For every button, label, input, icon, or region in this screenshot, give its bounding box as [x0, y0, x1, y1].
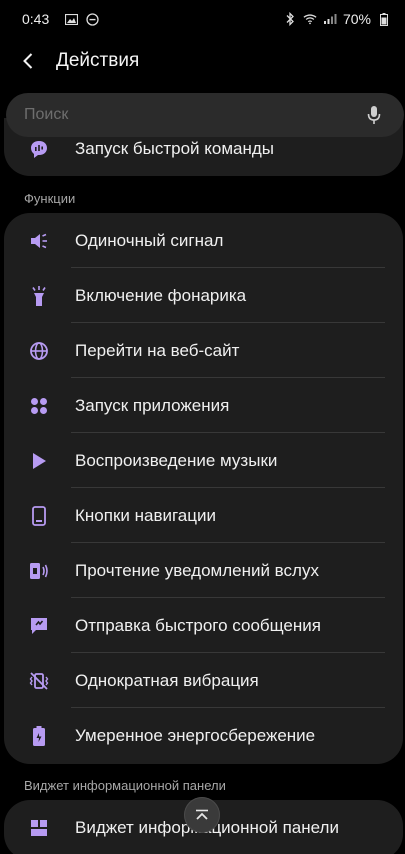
- read-aloud-icon: [28, 560, 50, 582]
- section-header-widget: Виджет информационной панели: [24, 778, 226, 793]
- list-item-label: Однократная вибрация: [75, 670, 259, 690]
- list-item-single-beep[interactable]: Одиночный сигнал: [4, 213, 403, 268]
- page-title: Действия: [56, 50, 140, 71]
- back-button[interactable]: [0, 38, 56, 84]
- phone-nav-icon: [28, 505, 50, 527]
- list-item-label: Кнопки навигации: [75, 505, 216, 525]
- quick-message-icon: [28, 615, 50, 637]
- list-item-label: Умеренное энергосбережение: [75, 725, 316, 745]
- status-bar: 0:43 70%: [0, 0, 405, 38]
- app-bar: Действия: [0, 38, 405, 84]
- flashlight-icon: [28, 285, 50, 307]
- widget-icon: [28, 817, 50, 839]
- list-item-navigation-buttons[interactable]: Кнопки навигации: [4, 488, 403, 543]
- list-item-single-vibration[interactable]: Однократная вибрация: [4, 653, 403, 708]
- apps-grid-icon: [28, 395, 50, 417]
- battery-percent: 70%: [342, 11, 371, 27]
- list-item-power-saving[interactable]: Умеренное энергосбережение: [4, 708, 403, 763]
- signal-icon: [323, 12, 337, 26]
- status-time: 0:43: [22, 11, 50, 27]
- list-item-label: Воспроизведение музыки: [75, 450, 278, 470]
- list-item-launch-app[interactable]: Запуск приложения: [4, 378, 403, 433]
- speaker-icon: [28, 230, 50, 252]
- list-item-read-notifications[interactable]: Прочтение уведомлений вслух: [4, 543, 403, 598]
- chevron-left-icon: [23, 53, 33, 69]
- search-bar[interactable]: Поиск: [6, 93, 404, 137]
- list-item-quick-message[interactable]: Отправка быстрого сообщения: [4, 598, 403, 653]
- globe-icon: [28, 340, 50, 362]
- chevron-up-double-icon: [196, 809, 208, 820]
- do-not-disturb-icon: [85, 12, 99, 26]
- battery-saver-icon: [28, 725, 50, 747]
- vibrate-icon: [28, 670, 50, 692]
- wifi-icon: [303, 12, 317, 26]
- list-item-label: Запуск быстрой команды: [75, 138, 275, 158]
- scroll-to-top-button[interactable]: [184, 797, 220, 833]
- chat-bubble-icon: [28, 138, 50, 160]
- list-item-label: Отправка быстрого сообщения: [75, 615, 321, 635]
- bluetooth-icon: [283, 12, 297, 26]
- list-item-label: Перейти на веб-сайт: [75, 340, 240, 360]
- section-header-functions: Функции: [24, 191, 76, 206]
- play-icon: [28, 450, 50, 472]
- list-item-play-music[interactable]: Воспроизведение музыки: [4, 433, 403, 488]
- list-item-flashlight[interactable]: Включение фонарика: [4, 268, 403, 323]
- list-item-open-website[interactable]: Перейти на веб-сайт: [4, 323, 403, 378]
- functions-card: Одиночный сигнал Включение фонарика Пере…: [4, 213, 403, 764]
- list-item-label: Включение фонарика: [75, 285, 247, 305]
- image-notification-icon: [64, 12, 78, 26]
- battery-icon: [377, 12, 391, 26]
- list-item-label: Запуск приложения: [75, 395, 230, 415]
- list-item-label: Одиночный сигнал: [75, 230, 224, 250]
- search-input[interactable]: Поиск: [24, 106, 362, 124]
- microphone-icon[interactable]: [362, 103, 386, 127]
- list-item-label: Прочтение уведомлений вслух: [75, 560, 319, 580]
